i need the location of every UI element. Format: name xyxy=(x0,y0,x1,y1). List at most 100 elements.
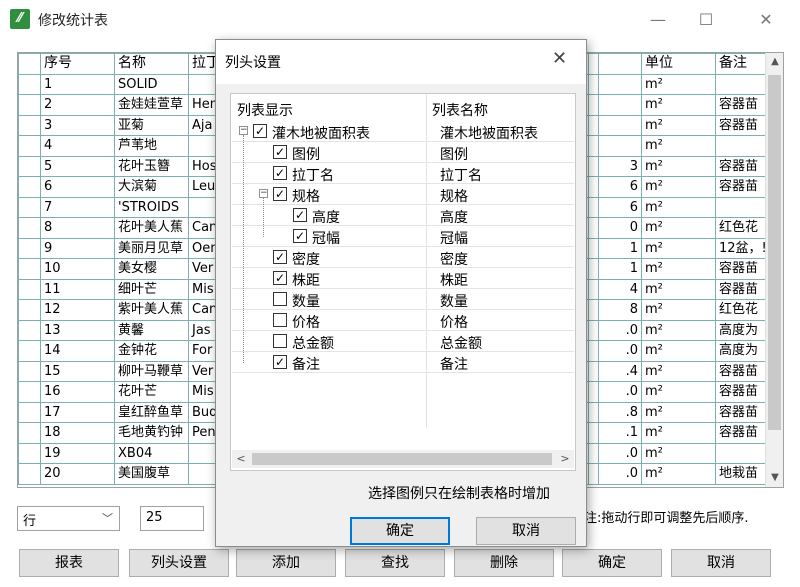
tree-item[interactable]: ✓ 高度 高度 xyxy=(232,205,574,226)
checkbox-unchecked[interactable] xyxy=(273,292,287,306)
delete-button[interactable]: 删除 xyxy=(454,549,554,577)
table-cell[interactable]: m² xyxy=(641,114,716,136)
table-cell[interactable]: 花叶美人蕉 xyxy=(114,217,189,239)
checkbox-checked[interactable]: ✓ xyxy=(273,355,287,369)
grid-header-cell[interactable]: 单位 xyxy=(641,53,716,75)
table-cell[interactable] xyxy=(18,237,41,259)
table-cell[interactable] xyxy=(18,114,41,136)
table-cell[interactable]: 细叶芒 xyxy=(114,278,189,300)
table-cell[interactable]: 7 xyxy=(40,196,115,218)
table-cell[interactable]: m² xyxy=(641,299,716,321)
table-cell[interactable] xyxy=(588,340,599,362)
table-cell[interactable] xyxy=(588,73,599,95)
table-cell[interactable]: 17 xyxy=(40,401,115,423)
table-cell[interactable]: .0 xyxy=(598,463,642,485)
add-button[interactable]: 添加 xyxy=(236,549,336,577)
tree-item[interactable]: ✓ 图例 图例 xyxy=(232,142,574,163)
scroll-thumb[interactable] xyxy=(768,75,781,430)
checkbox-checked[interactable]: ✓ xyxy=(273,271,287,285)
table-cell[interactable]: 毛地黄钓钟 xyxy=(114,422,189,444)
table-cell[interactable] xyxy=(18,340,41,362)
table-cell[interactable]: .0 xyxy=(598,340,642,362)
table-cell[interactable]: 6 xyxy=(40,176,115,198)
table-cell[interactable] xyxy=(588,217,599,239)
table-cell[interactable] xyxy=(18,155,41,177)
table-cell[interactable] xyxy=(18,176,41,198)
table-cell[interactable]: 13 xyxy=(40,319,115,341)
table-cell[interactable]: 8 xyxy=(40,217,115,239)
table-cell[interactable]: 芦苇地 xyxy=(114,135,189,157)
table-cell[interactable]: m² xyxy=(641,237,716,259)
row-select[interactable]: 行 ﹀ xyxy=(17,506,120,531)
table-cell[interactable]: m² xyxy=(641,278,716,300)
table-cell[interactable] xyxy=(18,135,41,157)
table-cell[interactable] xyxy=(588,299,599,321)
table-cell[interactable] xyxy=(588,94,599,116)
table-cell[interactable] xyxy=(18,442,41,464)
table-cell[interactable] xyxy=(18,73,41,95)
table-cell[interactable]: m² xyxy=(641,401,716,423)
table-cell[interactable]: 18 xyxy=(40,422,115,444)
table-cell[interactable]: m² xyxy=(641,73,716,95)
checkbox-checked[interactable]: ✓ xyxy=(293,208,307,222)
table-cell[interactable] xyxy=(588,422,599,444)
table-cell[interactable] xyxy=(588,155,599,177)
table-cell[interactable]: m² xyxy=(641,217,716,239)
table-cell[interactable] xyxy=(588,278,599,300)
table-cell[interactable] xyxy=(588,442,599,464)
table-cell[interactable]: m² xyxy=(641,340,716,362)
table-cell[interactable]: 亚菊 xyxy=(114,114,189,136)
scroll-down-icon[interactable]: ▼ xyxy=(766,469,783,487)
collapse-icon[interactable]: − xyxy=(239,126,248,135)
table-cell[interactable]: 12 xyxy=(40,299,115,321)
table-cell[interactable]: 1 xyxy=(598,258,642,280)
table-cell[interactable] xyxy=(18,299,41,321)
table-cell[interactable] xyxy=(18,319,41,341)
table-cell[interactable]: 花叶玉簪 xyxy=(114,155,189,177)
scroll-left-icon[interactable]: < xyxy=(232,450,250,468)
checkbox-checked[interactable]: ✓ xyxy=(273,166,287,180)
table-cell[interactable]: m² xyxy=(641,258,716,280)
table-cell[interactable]: 金钟花 xyxy=(114,340,189,362)
checkbox-checked[interactable]: ✓ xyxy=(293,229,307,243)
tree-item[interactable]: 数量 数量 xyxy=(232,289,574,310)
table-cell[interactable]: 3 xyxy=(40,114,115,136)
tree-item[interactable]: − ✓ 规格 规格 xyxy=(232,184,574,205)
table-cell[interactable]: m² xyxy=(641,422,716,444)
table-cell[interactable] xyxy=(18,258,41,280)
dialog-ok-button[interactable]: 确定 xyxy=(350,517,450,545)
checkbox-unchecked[interactable] xyxy=(273,334,287,348)
grid-header-cell[interactable] xyxy=(18,53,41,75)
report-button[interactable]: 报表 xyxy=(19,549,119,577)
table-cell[interactable]: m² xyxy=(641,442,716,464)
grid-vertical-scrollbar[interactable]: ▲ ▼ xyxy=(765,53,783,487)
tree-item[interactable]: − ✓ 灌木地被面积表 灌木地被面积表 xyxy=(232,121,574,142)
table-cell[interactable]: 柳叶马鞭草 xyxy=(114,360,189,382)
table-cell[interactable]: .1 xyxy=(598,422,642,444)
table-cell[interactable]: 黄馨 xyxy=(114,319,189,341)
column-settings-button[interactable]: 列头设置 xyxy=(129,549,229,577)
table-cell[interactable]: 16 xyxy=(40,381,115,403)
table-cell[interactable]: 4 xyxy=(598,278,642,300)
table-cell[interactable] xyxy=(588,135,599,157)
table-cell[interactable]: 美女樱 xyxy=(114,258,189,280)
table-cell[interactable]: m² xyxy=(641,176,716,198)
table-cell[interactable] xyxy=(588,319,599,341)
table-cell[interactable]: 美国腹草 xyxy=(114,463,189,485)
table-cell[interactable]: 大滨菊 xyxy=(114,176,189,198)
table-cell[interactable]: .4 xyxy=(598,360,642,382)
table-cell[interactable] xyxy=(18,381,41,403)
table-cell[interactable]: 19 xyxy=(40,442,115,464)
table-cell[interactable] xyxy=(588,463,599,485)
table-cell[interactable] xyxy=(18,422,41,444)
table-cell[interactable]: m² xyxy=(641,196,716,218)
grid-header-cell[interactable] xyxy=(588,53,599,75)
table-cell[interactable]: 4 xyxy=(40,135,115,157)
tree-item[interactable]: ✓ 备注 备注 xyxy=(232,352,574,373)
tree-item[interactable]: ✓ 冠幅 冠幅 xyxy=(232,226,574,247)
table-cell[interactable] xyxy=(18,94,41,116)
table-cell[interactable]: 美丽月见草 xyxy=(114,237,189,259)
table-cell[interactable]: .0 xyxy=(598,381,642,403)
table-cell[interactable]: 20 xyxy=(40,463,115,485)
checkbox-checked[interactable]: ✓ xyxy=(273,145,287,159)
